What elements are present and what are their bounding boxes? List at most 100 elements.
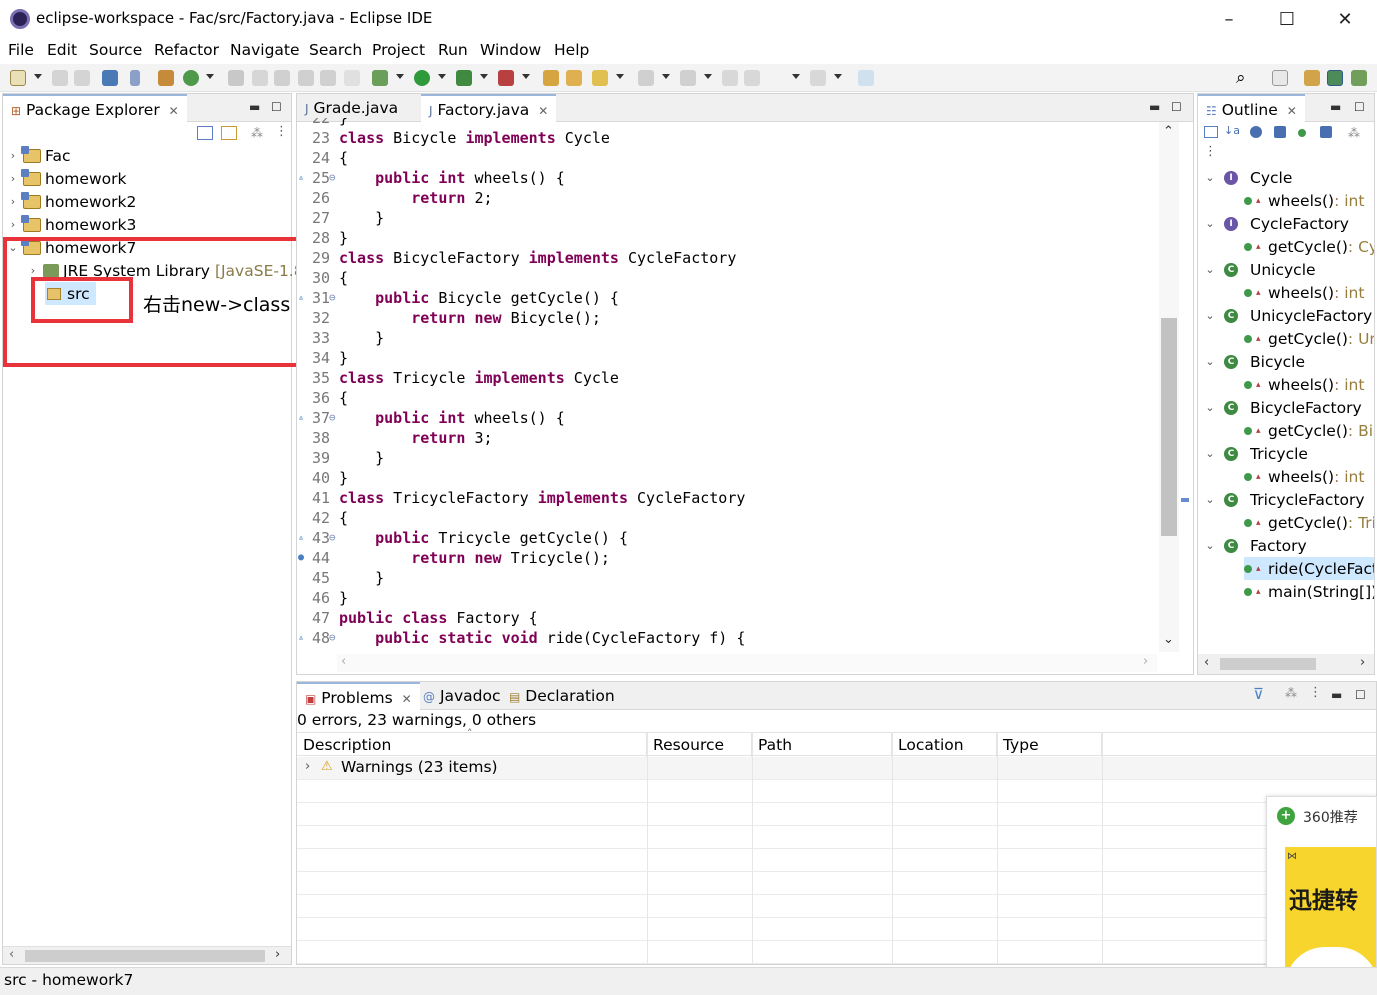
fold-toggle-icon[interactable]: ⊖ (329, 288, 336, 308)
save-all-icon[interactable] (74, 70, 90, 86)
block-selection-icon[interactable] (320, 70, 336, 86)
chevron-down-icon[interactable]: ⌄ (1204, 263, 1216, 276)
minimize-view-icon[interactable]: ▬ (1330, 100, 1341, 114)
minimize-view-icon[interactable]: ▬ (1149, 100, 1160, 114)
view-menu-icon[interactable]: ⋮ (275, 124, 288, 139)
pin-editor-icon[interactable] (858, 70, 874, 86)
collapse-all-icon[interactable] (1204, 126, 1218, 138)
chevron-right-icon[interactable]: › (7, 149, 19, 162)
scroll-thumb[interactable] (25, 950, 265, 962)
view-options-icon[interactable]: ⁂ (1285, 686, 1297, 700)
minimize-view-icon[interactable]: ▬ (1331, 688, 1342, 702)
outline-type-item[interactable]: ⌄ C Factory (1204, 534, 1306, 557)
outline-method-item[interactable]: ▴ ride(CycleFacto (1244, 557, 1374, 580)
code-line[interactable]: 23 class Bicycle implements Cycle (298, 128, 1158, 148)
next-annotation-icon[interactable] (638, 70, 654, 86)
menu-edit[interactable]: Edit (47, 41, 77, 59)
code-line[interactable]: 35 class Tricycle implements Cycle (298, 368, 1158, 388)
filters-icon[interactable]: ⁂ (1348, 126, 1360, 140)
pilcrow-icon[interactable] (344, 70, 360, 86)
code-line[interactable]: 34} (298, 348, 1158, 368)
menu-refactor[interactable]: Refactor (154, 41, 219, 59)
chevron-down-icon[interactable]: ⌄ (1204, 447, 1216, 460)
chevron-right-icon[interactable]: › (7, 195, 19, 208)
outline-method-item[interactable]: ▴ wheels() : int (1244, 373, 1364, 396)
tab-problems[interactable]: ▣ Problems ✕ (297, 682, 420, 710)
link-editor-icon[interactable] (221, 126, 237, 140)
run-icon[interactable] (414, 70, 430, 86)
menu-help[interactable]: Help (554, 41, 589, 59)
search-icon[interactable]: ⌕ (1236, 68, 1246, 88)
menu-file[interactable]: File (8, 41, 34, 59)
scroll-down-icon[interactable]: ⌄ (1163, 632, 1174, 647)
chevron-down-icon[interactable]: ⌄ (1204, 217, 1216, 230)
tab-package-explorer[interactable]: ⊞ Package Explorer ✕ (3, 94, 187, 122)
forward-icon[interactable] (810, 70, 826, 86)
collapse-all-icon[interactable] (197, 126, 213, 140)
outline-method-item[interactable]: ▴ wheels() : int (1244, 189, 1364, 212)
scroll-left-icon[interactable]: ‹ (9, 947, 14, 962)
outline-type-item[interactable]: ⌄ I CycleFactory (1204, 212, 1349, 235)
code-line[interactable]: 32 return new Bicycle(); (298, 308, 1158, 328)
chevron-down-icon[interactable]: ⌄ (1204, 355, 1216, 368)
java-perspective-icon[interactable] (1327, 70, 1343, 86)
open-type-icon[interactable] (228, 70, 244, 86)
column-type[interactable]: Type (997, 733, 1102, 757)
maximize-view-icon[interactable]: ☐ (1355, 688, 1366, 702)
show-whitespace-icon[interactable] (298, 70, 314, 86)
code-line[interactable]: 43 ▵ ⊖ public Tricycle getCycle() { (298, 528, 1158, 548)
chevron-down-icon[interactable]: ⌄ (1204, 539, 1216, 552)
tree-item-project[interactable]: › Fac (7, 144, 71, 167)
code-line[interactable]: 39 } (298, 448, 1158, 468)
vertical-scrollbar[interactable]: ⌃ ⌄ (1159, 122, 1179, 652)
tab-javadoc[interactable]: @ Javadoc (415, 682, 509, 710)
menu-search[interactable]: Search (309, 41, 362, 59)
view-menu-icon[interactable]: ⋮ (1204, 144, 1217, 159)
editor-hscrollbar[interactable]: ‹ › (337, 654, 1157, 672)
outline-type-item[interactable]: ⌄ I Cycle (1204, 166, 1292, 189)
debug-perspective-icon[interactable] (1351, 70, 1367, 86)
code-line[interactable]: 24 { (298, 148, 1158, 168)
chevron-down-icon[interactable]: ⌄ (1204, 401, 1216, 414)
scroll-right-icon[interactable]: › (1360, 655, 1365, 670)
column-location[interactable]: Location (892, 733, 997, 757)
table-row[interactable]: › ⚠ Warnings (23 items) (297, 757, 1376, 780)
outline-hscrollbar[interactable]: ‹ › (1198, 654, 1374, 674)
outline-method-item[interactable]: ▴ getCycle() : Bic (1244, 419, 1374, 442)
chevron-right-icon[interactable]: › (7, 218, 19, 231)
code-line[interactable]: 28} (298, 228, 1158, 248)
code-line[interactable]: 25 ▵ ⊖ public int wheels() { (298, 168, 1158, 188)
tree-item-project[interactable]: › homework (7, 167, 126, 190)
back-icon[interactable] (744, 70, 760, 86)
close-icon[interactable]: ✕ (1287, 104, 1297, 118)
code-line[interactable]: 36 { (298, 388, 1158, 408)
filter-icon[interactable]: ⊽ (1253, 685, 1264, 703)
scroll-right-icon[interactable]: › (1143, 654, 1148, 669)
chevron-down-icon[interactable]: ⌄ (1204, 309, 1216, 322)
hide-local-types-icon[interactable] (1320, 126, 1332, 138)
scroll-up-icon[interactable]: ⌃ (1163, 124, 1174, 139)
new-java-project-icon[interactable] (183, 70, 199, 86)
menu-project[interactable]: Project (372, 41, 425, 59)
menu-run[interactable]: Run (438, 41, 468, 59)
close-icon[interactable]: ✕ (402, 692, 412, 706)
chevron-right-icon[interactable]: › (305, 759, 310, 774)
maximize-view-icon[interactable]: ☐ (271, 100, 282, 114)
open-folder-icon[interactable] (566, 70, 582, 86)
code-line[interactable]: 29 class BicycleFactory implements CycleF… (298, 248, 1158, 268)
overview-ruler-marker[interactable] (1181, 498, 1189, 502)
code-line[interactable]: 45 } (298, 568, 1158, 588)
fold-toggle-icon[interactable]: ⊖ (329, 628, 336, 648)
tree-item-project[interactable]: › homework2 (7, 190, 136, 213)
tree-item-project[interactable]: › homework3 (7, 213, 136, 236)
close-icon[interactable]: ✕ (169, 104, 179, 118)
last-edit-icon[interactable] (722, 70, 738, 86)
filters-icon[interactable]: ⁂ (251, 126, 263, 140)
code-editor[interactable]: 22} 23 class Bicycle implements Cycle 24{25… (298, 118, 1158, 653)
maximize-view-icon[interactable]: ☐ (1171, 100, 1182, 114)
sort-icon[interactable]: ↓a (1224, 124, 1240, 137)
chevron-down-icon[interactable]: ⌄ (1204, 171, 1216, 184)
code-line[interactable]: 33 } (298, 328, 1158, 348)
fold-toggle-icon[interactable]: ⊖ (329, 168, 336, 188)
hide-fields-icon[interactable] (1250, 126, 1262, 138)
